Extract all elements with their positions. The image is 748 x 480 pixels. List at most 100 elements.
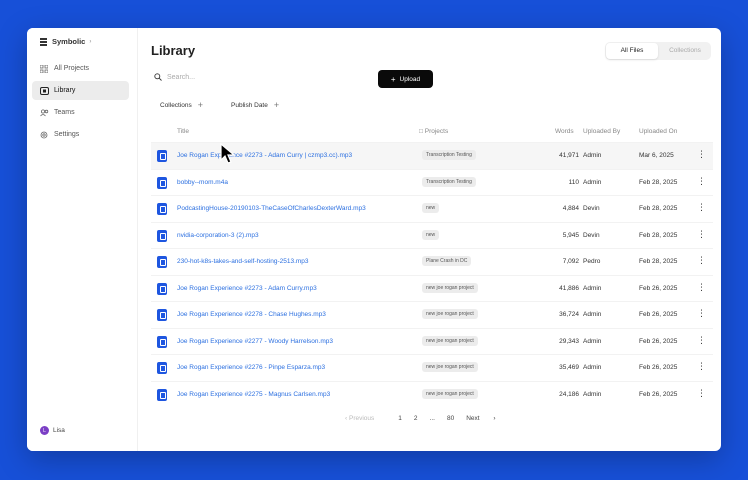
workspace-name: Symbolic: [52, 37, 86, 46]
page-ellipsis: ...: [429, 415, 435, 422]
column-projects-label: Projects: [424, 128, 449, 135]
project-badge: Transcription Testing: [422, 150, 476, 160]
table-row[interactable]: 230-hot-k8s-takes-and-self-hosting-2513.…: [151, 248, 713, 275]
sidebar-item-library[interactable]: Library: [32, 81, 129, 100]
sidebar-item-teams[interactable]: Teams: [32, 103, 129, 122]
table-row[interactable]: Joe Rogan Experience #2276 - Pinpe Espar…: [151, 354, 713, 381]
more-options-icon[interactable]: ⋮: [697, 149, 706, 159]
chevron-icon: ›: [89, 38, 92, 45]
word-count: 41,886: [559, 284, 579, 292]
uploaded-by: Admin: [583, 337, 602, 345]
column-uploaded-by[interactable]: Uploaded By: [583, 128, 620, 135]
file-icon: [157, 388, 167, 401]
word-count: 41,971: [559, 152, 579, 159]
word-count: 5,945: [562, 231, 579, 239]
user-menu[interactable]: L Lisa: [40, 426, 65, 435]
publish-date-filter[interactable]: Publish Date +: [231, 100, 279, 110]
file-name-link[interactable]: bobby--mom.m4a: [177, 179, 228, 186]
more-options-icon[interactable]: ⋮: [697, 255, 706, 265]
more-options-icon[interactable]: ⋮: [697, 202, 706, 212]
project-badge: new joe rogan project: [422, 362, 478, 372]
more-options-icon[interactable]: ⋮: [697, 229, 706, 239]
more-options-icon[interactable]: ⋮: [697, 282, 706, 292]
file-name-link[interactable]: Joe Rogan Experience #2275 - Magnus Carl…: [177, 391, 330, 398]
column-projects[interactable]: □ Projects: [419, 128, 448, 135]
file-name-link[interactable]: Joe Rogan Experience #2276 - Pinpe Espar…: [177, 364, 325, 371]
project-badge: Transcription Testing: [422, 176, 476, 187]
file-name-link[interactable]: 230-hot-k8s-takes-and-self-hosting-2513.…: [177, 258, 309, 265]
sidebar-item-all-projects[interactable]: All Projects: [32, 59, 129, 78]
uploaded-by: Devin: [583, 231, 600, 239]
grid-icon: [39, 64, 49, 74]
project-badge: new: [422, 229, 440, 240]
file-icon: [157, 335, 167, 348]
tab-collections[interactable]: Collections: [659, 43, 711, 59]
column-words[interactable]: Words: [555, 128, 574, 135]
tab-all-files[interactable]: All Files: [606, 43, 658, 59]
column-uploaded-on[interactable]: Uploaded On: [639, 128, 677, 135]
more-options-icon[interactable]: ⋮: [697, 388, 706, 398]
word-count: 110: [568, 178, 579, 186]
page-2-button[interactable]: 2: [414, 415, 418, 422]
search-input[interactable]: Search...: [154, 73, 195, 81]
uploaded-on: Feb 28, 2025: [639, 205, 678, 212]
collections-filter[interactable]: Collections +: [160, 100, 203, 110]
more-options-icon[interactable]: ⋮: [697, 176, 706, 186]
workspace-switcher[interactable]: Symbolic ›: [40, 37, 91, 46]
page-1-button[interactable]: 1: [398, 415, 402, 422]
uploaded-by: Pedro: [583, 258, 601, 265]
word-count: 24,186: [559, 390, 579, 398]
user-name: Lisa: [53, 427, 65, 434]
project-badge: new joe rogan project: [422, 388, 478, 399]
file-icon: [157, 362, 167, 374]
upload-button[interactable]: + Upload: [378, 70, 433, 88]
file-name-link[interactable]: nvidia-corporation-3 (2).mp3: [177, 232, 259, 239]
page-80-button[interactable]: 80: [447, 415, 454, 422]
view-toggle: All Files Collections: [605, 42, 711, 60]
file-name-link[interactable]: Joe Rogan Experience #2277 - Woody Harre…: [177, 338, 333, 345]
table-row[interactable]: Joe Rogan Experience #2277 - Woody Harre…: [151, 327, 713, 355]
table-row[interactable]: nvidia-corporation-3 (2).mp3 new 5,945 Devi…: [151, 221, 713, 249]
previous-button[interactable]: ‹ Previous: [345, 415, 386, 422]
uploaded-by: Devin: [583, 205, 600, 212]
file-name-link[interactable]: Joe Rogan Experience #2273 - Adam Curry.…: [177, 285, 317, 292]
app-window: Symbolic › All Projects Library Teams Se…: [27, 28, 721, 451]
table-row[interactable]: bobby--mom.m4a Transcription Testing 110 Ad…: [151, 168, 713, 196]
column-title[interactable]: Title: [177, 128, 189, 135]
file-name-link[interactable]: Joe Rogan Experience #2278 - Chase Hughe…: [177, 311, 326, 318]
project-badge: new: [422, 203, 440, 213]
pagination: ‹ Previous 1 2 ... 80 Next ›: [345, 415, 508, 422]
table-row[interactable]: Joe Rogan Experience #2278 - Chase Hughe…: [151, 301, 713, 328]
uploaded-by: Admin: [583, 364, 602, 371]
more-options-icon[interactable]: ⋮: [697, 335, 706, 345]
next-button[interactable]: Next ›: [466, 415, 495, 422]
file-name-link[interactable]: PodcastingHouse-20190103-TheCaseOfCharle…: [177, 205, 366, 212]
uploaded-on: Feb 26, 2025: [639, 311, 678, 318]
page-title: Library: [151, 43, 196, 58]
table-row[interactable]: Joe Rogan Experience #2275 - Magnus Carl…: [151, 380, 713, 408]
uploaded-by: Admin: [583, 284, 602, 292]
folder-icon: □: [419, 128, 423, 135]
word-count: 4,884: [562, 205, 579, 212]
uploaded-on: Mar 6, 2025: [639, 152, 674, 159]
word-count: 7,092: [562, 258, 579, 265]
uploaded-on: Feb 28, 2025: [639, 231, 678, 239]
file-icon: [157, 203, 167, 215]
sidebar-item-label: Teams: [54, 109, 75, 116]
table-row[interactable]: Joe Rogan Experience #2273 - Adam Curry.…: [151, 274, 713, 302]
file-icon: [157, 150, 167, 162]
uploaded-on: Feb 28, 2025: [639, 258, 678, 265]
more-options-icon[interactable]: ⋮: [697, 308, 706, 318]
sidebar-item-settings[interactable]: Settings: [32, 125, 129, 144]
search-placeholder: Search...: [167, 73, 196, 81]
file-name-link[interactable]: Joe Rogan Experience #2273 - Adam Curry …: [177, 152, 352, 159]
file-icon: [157, 229, 167, 242]
uploaded-on: Feb 28, 2025: [639, 178, 678, 186]
table-row[interactable]: PodcastingHouse-20190103-TheCaseOfCharle…: [151, 195, 713, 222]
more-options-icon[interactable]: ⋮: [697, 361, 706, 371]
filter-label: Collections: [160, 101, 192, 109]
word-count: 29,343: [559, 337, 579, 345]
word-count: 36,724: [559, 311, 579, 318]
sidebar-nav: All Projects Library Teams Settings: [32, 59, 129, 147]
file-icon: [157, 309, 167, 321]
